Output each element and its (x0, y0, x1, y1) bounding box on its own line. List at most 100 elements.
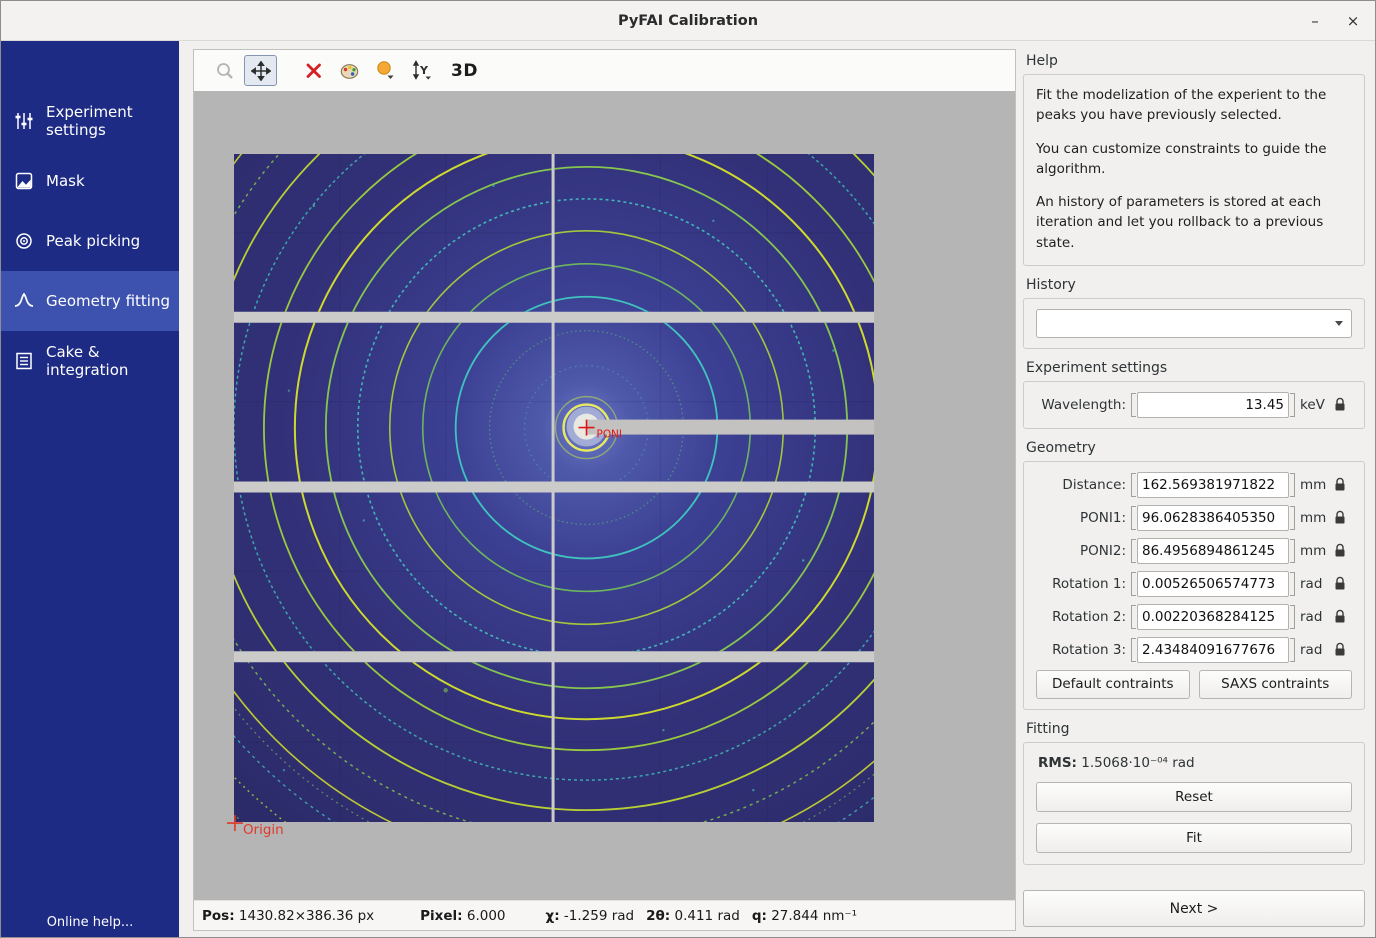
unit-label: mm (1300, 543, 1332, 559)
clear-red-x-icon (304, 61, 324, 81)
lock-icon[interactable] (1332, 397, 1348, 412)
pan-tool-button[interactable] (244, 55, 277, 86)
field-label: Rotation 1: (1036, 576, 1126, 592)
window-title: PyFAI Calibration (618, 13, 758, 29)
beamstop-arm (587, 420, 875, 435)
lock-icon[interactable] (1332, 642, 1348, 657)
clear-tool-button[interactable] (297, 55, 330, 86)
spin-bracket-right (1290, 572, 1295, 596)
online-help-link[interactable]: Online help... (1, 915, 179, 930)
window-controls: – × (1305, 1, 1363, 40)
poni2-input[interactable]: 86.4956894861245 (1137, 538, 1289, 564)
marker-color-tool-button[interactable] (369, 55, 402, 86)
chevron-down-icon (1335, 321, 1343, 326)
field-label: PONI1: (1036, 510, 1126, 526)
sidebar-item-label: Mask (46, 172, 85, 190)
next-button[interactable]: Next > (1023, 890, 1365, 927)
sidebar-item-mask[interactable]: Mask (1, 151, 179, 211)
spin-bracket-left (1131, 605, 1136, 629)
sidebar-item-cake-integration[interactable]: Cake & integration (1, 331, 179, 391)
poni1-field-row: PONI1: 96.0628386405350 mm (1036, 505, 1352, 531)
sidebar-item-geometry-fitting[interactable]: Geometry fitting (1, 271, 179, 331)
help-paragraph: An history of parameters is stored at ea… (1036, 192, 1352, 253)
main-area: Y 3D (179, 41, 1017, 937)
diffraction-image[interactable]: PONI Origin (194, 91, 1015, 900)
unit-label: mm (1300, 477, 1332, 493)
right-panel: Help Fit the modelization of the experie… (1017, 41, 1375, 937)
spin-bracket-right (1290, 539, 1295, 563)
lock-icon[interactable] (1332, 510, 1348, 525)
lock-icon[interactable] (1332, 609, 1348, 624)
spin-bracket-right (1290, 506, 1295, 530)
spin-bracket-left (1131, 539, 1136, 563)
rotation1-input[interactable]: 0.00526506574773 (1137, 571, 1289, 597)
plot-widget: Y 3D (193, 49, 1016, 931)
spin-bracket-right (1290, 393, 1295, 417)
3d-tool-button[interactable]: 3D (451, 61, 478, 81)
colormap-palette-icon (339, 61, 360, 81)
lock-icon[interactable] (1332, 477, 1348, 492)
y-axis-direction-icon: Y (411, 60, 433, 81)
field-label: Rotation 3: (1036, 642, 1126, 658)
spin-bracket-left (1131, 393, 1136, 417)
lock-icon[interactable] (1332, 576, 1348, 591)
poni1-input[interactable]: 96.0628386405350 (1137, 505, 1289, 531)
fitting-section-title: Fitting (1026, 721, 1365, 737)
sidebar: Experiment settings Mask (1, 41, 179, 937)
spin-bracket-right (1290, 638, 1295, 662)
lock-icon[interactable] (1332, 543, 1348, 558)
wavelength-input[interactable]: 13.45 (1137, 392, 1289, 418)
history-combobox[interactable] (1036, 309, 1352, 338)
plot-toolbar: Y 3D (194, 50, 1015, 91)
sidebar-item-peak-picking[interactable]: Peak picking (1, 211, 179, 271)
help-paragraph: Fit the modelization of the experient to… (1036, 85, 1352, 126)
close-button[interactable]: × (1343, 12, 1363, 30)
marker-color-icon (375, 60, 396, 81)
reset-button[interactable]: Reset (1036, 782, 1352, 812)
app-body: Experiment settings Mask (1, 41, 1375, 937)
rotation3-field-row: Rotation 3: 2.43484091677676 rad (1036, 637, 1352, 663)
titlebar: PyFAI Calibration – × (1, 1, 1375, 41)
field-label: Rotation 2: (1036, 609, 1126, 625)
sidebar-item-label: Cake & integration (46, 343, 179, 379)
plot-canvas[interactable]: PONI Origin (194, 91, 1015, 900)
unit-label: rad (1300, 609, 1332, 625)
field-label: Wavelength: (1036, 397, 1126, 413)
field-label: PONI2: (1036, 543, 1126, 559)
history-section-title: History (1026, 277, 1365, 293)
colormap-tool-button[interactable] (333, 55, 366, 86)
distance-input[interactable]: 162.569381971822 (1137, 472, 1289, 498)
constraints-buttons-row: Default contraints SAXS contraints (1036, 670, 1352, 699)
rms-readout: RMS: 1.5068·10⁻⁰⁴ rad (1038, 755, 1352, 771)
spin-bracket-left (1131, 506, 1136, 530)
two-theta-readout: 2θ: 0.411 rad (646, 908, 740, 924)
help-paragraph: You can customize constraints to guide t… (1036, 139, 1352, 180)
saxs-constraints-button[interactable]: SAXS contraints (1199, 670, 1353, 699)
rotation1-field-row: Rotation 1: 0.00526506574773 rad (1036, 571, 1352, 597)
field-label: Distance: (1036, 477, 1126, 493)
sidebar-item-label: Peak picking (46, 232, 140, 250)
spin-bracket-left (1131, 572, 1136, 596)
rotation2-input[interactable]: 0.00220368284125 (1137, 604, 1289, 630)
poni-label: PONI (597, 429, 622, 441)
unit-label: mm (1300, 510, 1332, 526)
sliders-icon (13, 110, 35, 132)
minimize-button[interactable]: – (1305, 12, 1325, 30)
combobox-arrow-button[interactable] (1327, 310, 1351, 337)
peak-curve-icon (13, 290, 35, 312)
rotation3-input[interactable]: 2.43484091677676 (1137, 637, 1289, 663)
sidebar-item-experiment-settings[interactable]: Experiment settings (1, 91, 179, 151)
y-axis-direction-tool-button[interactable]: Y (405, 55, 438, 86)
fit-button[interactable]: Fit (1036, 823, 1352, 853)
position-readout: Pos: 1430.82×386.36 px (202, 908, 374, 924)
experiment-group: Wavelength: 13.45 keV (1023, 381, 1365, 429)
integration-lines-icon (13, 350, 35, 372)
poni2-field-row: PONI2: 86.4956894861245 mm (1036, 538, 1352, 564)
spin-bracket-left (1131, 638, 1136, 662)
sidebar-item-label: Geometry fitting (46, 292, 170, 310)
unit-label: rad (1300, 576, 1332, 592)
zoom-tool-button[interactable] (208, 55, 241, 86)
default-constraints-button[interactable]: Default contraints (1036, 670, 1190, 699)
plot-statusbar: Pos: 1430.82×386.36 px Pixel: 6.000 χ: -… (194, 900, 1015, 930)
svg-text:Y: Y (419, 64, 429, 77)
